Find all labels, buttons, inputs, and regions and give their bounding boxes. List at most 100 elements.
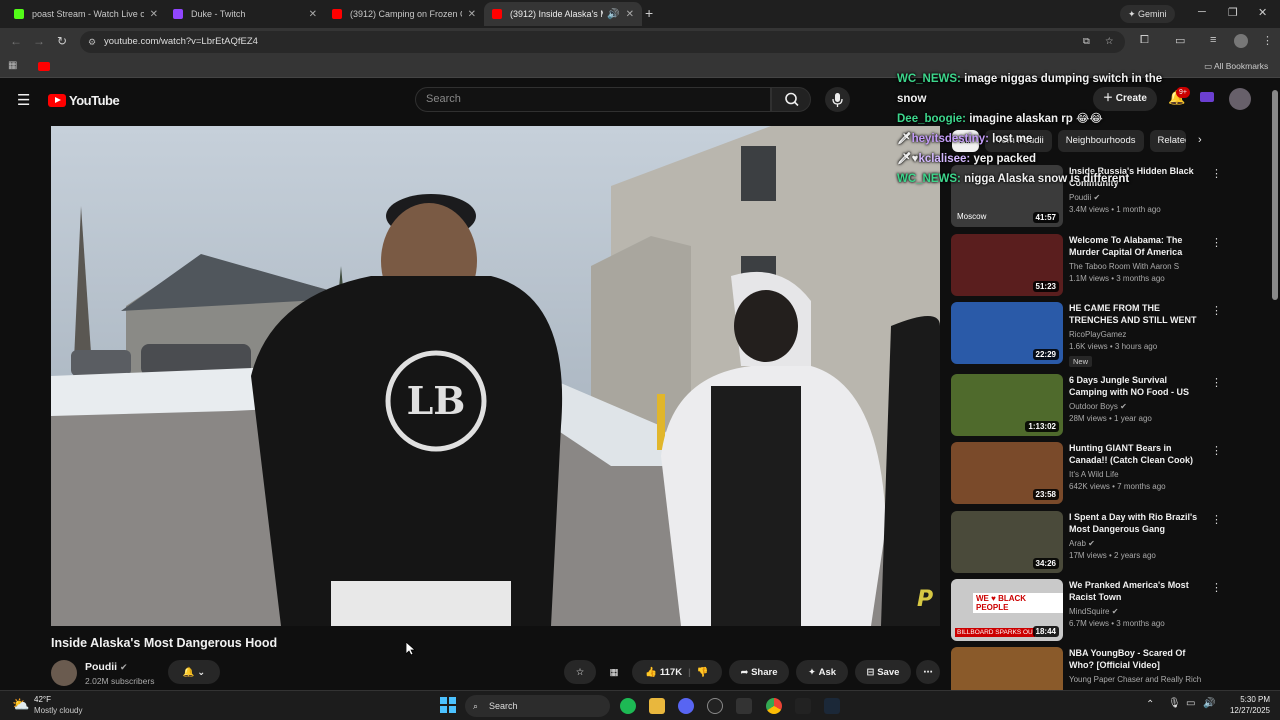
video-thumbnail[interactable]: 34:26	[951, 511, 1063, 573]
close-tab-icon[interactable]: ✕	[150, 9, 158, 20]
extensions-icon[interactable]: ⧠	[1140, 34, 1149, 47]
apps-grid-icon[interactable]: ▦	[8, 60, 17, 71]
video-thumbnail[interactable]: 23:58	[951, 442, 1063, 504]
channel-name[interactable]: RicoPlayGamez	[1069, 330, 1126, 339]
sidepanel-icon[interactable]: ▭	[1175, 34, 1185, 47]
channel-name[interactable]: Outdoor Boys ✔	[1069, 402, 1127, 411]
channel-name[interactable]: The Taboo Room With Aaron S	[1069, 262, 1179, 271]
search-input[interactable]: Search	[415, 87, 771, 112]
recommendation-item[interactable]: WE ♥ BLACK PEOPLE BILLBOARD SPARKS OU 18…	[951, 579, 1222, 641]
video-title[interactable]: Welcome To Alabama: The Murder Capital O…	[1069, 234, 1204, 260]
close-tab-icon[interactable]: ✕	[309, 9, 317, 20]
tab-youtube-camping[interactable]: (3912) Camping on Frozen Oce ✕	[324, 2, 484, 26]
more-vertical-icon[interactable]: ⋮	[1211, 581, 1222, 594]
windows-start-icon[interactable]	[440, 697, 456, 713]
maximize-button[interactable]: ❐	[1228, 6, 1238, 19]
recommendation-item[interactable]: 34:26 I Spent a Day with Rio Brazil's Mo…	[951, 511, 1222, 573]
site-info-icon[interactable]: ⚙	[88, 31, 96, 53]
address-bar[interactable]: ⚙ youtube.com/watch?v=LbrEtAQfEZ4 ⧉ ☆	[80, 31, 1125, 53]
spotify-icon[interactable]	[620, 698, 636, 714]
tab-kick[interactable]: poast Stream - Watch Live on K ✕	[6, 2, 166, 26]
tab-youtube-alaska[interactable]: (3912) Inside Alaska's Most 🔊 ✕	[484, 2, 642, 26]
clock-time[interactable]: 5:30 PM	[1225, 695, 1270, 704]
recommendation-item[interactable]: 22:29 HE CAME FROM THE TRENCHES AND STIL…	[951, 302, 1222, 367]
more-menu-icon[interactable]: ⋮	[1262, 34, 1273, 47]
tab-twitch[interactable]: Duke - Twitch ✕	[165, 2, 325, 26]
more-actions-button[interactable]: ⋯	[916, 660, 940, 684]
epic-games-icon[interactable]	[736, 698, 752, 714]
media-icon[interactable]: ≡	[1210, 34, 1216, 46]
channel-name[interactable]: MindSquire ✔	[1069, 607, 1118, 616]
all-bookmarks-link[interactable]: ▭ All Bookmarks	[1204, 61, 1268, 72]
share-button[interactable]: ➦ Share	[729, 660, 789, 684]
more-vertical-icon[interactable]: ⋮	[1211, 304, 1222, 317]
channel-name[interactable]: Poudii ✔	[1069, 193, 1100, 202]
video-title[interactable]: I Spent a Day with Rio Brazil's Most Dan…	[1069, 511, 1204, 535]
speaker-icon[interactable]: 🔊	[607, 9, 619, 20]
weather-desc[interactable]: Mostly cloudy	[34, 706, 82, 715]
weather-temp[interactable]: 42°F	[34, 695, 51, 704]
gemini-button[interactable]: ✦ Gemini	[1120, 5, 1175, 23]
close-window-button[interactable]: ✕	[1258, 6, 1267, 19]
video-player[interactable]: LB P	[51, 126, 940, 626]
channel-name[interactable]: It's A Wild Life	[1069, 470, 1119, 479]
profile-avatar[interactable]	[1234, 34, 1248, 48]
minimize-button[interactable]: ─	[1198, 6, 1206, 18]
grid-button[interactable]: ▦	[601, 660, 627, 684]
install-icon[interactable]: ⧉	[1083, 31, 1090, 53]
video-thumbnail[interactable]	[951, 647, 1063, 690]
star-button[interactable]: ☆	[564, 660, 596, 684]
more-vertical-icon[interactable]: ⋮	[1211, 513, 1222, 526]
more-vertical-icon[interactable]: ⋮	[1211, 236, 1222, 249]
taskbar-search[interactable]: ⌕ Search	[465, 695, 610, 717]
steam-icon[interactable]	[824, 698, 840, 714]
page-scrollbar[interactable]	[1272, 90, 1278, 300]
channel-name[interactable]: Young Paper Chaser and Really Rich Rec..…	[1069, 675, 1201, 684]
channel-name[interactable]: Poudii ✔	[85, 661, 128, 673]
youtube-logo[interactable]: YouTube	[48, 93, 120, 108]
hamburger-menu-icon[interactable]: ☰	[17, 91, 30, 109]
reload-icon[interactable]: ↻	[57, 34, 67, 48]
more-vertical-icon[interactable]: ⋮	[1211, 167, 1222, 180]
video-title[interactable]: Hunting GIANT Bears in Canada!! (Catch C…	[1069, 442, 1204, 466]
voice-search-button[interactable]	[825, 87, 850, 112]
back-icon[interactable]: ←	[10, 34, 22, 48]
video-thumbnail[interactable]: 1:13:02	[951, 374, 1063, 436]
file-explorer-icon[interactable]	[649, 698, 665, 714]
ask-button[interactable]: ✦ Ask	[796, 660, 848, 684]
close-tab-icon[interactable]: ✕	[468, 9, 476, 20]
mic-tray-icon[interactable]: 🎙	[1168, 698, 1181, 709]
like-button[interactable]: 👍 117K	[645, 667, 682, 678]
obs-icon[interactable]	[707, 698, 723, 714]
thumbs-down-icon[interactable]: 👎	[697, 667, 709, 678]
search-button[interactable]	[771, 87, 811, 112]
video-title[interactable]: HE CAME FROM THE TRENCHES AND STILL WENT…	[1069, 302, 1204, 328]
video-title[interactable]: 6 Days Jungle Survival Camping with NO F…	[1069, 374, 1204, 400]
save-button[interactable]: ⊟ Save	[855, 660, 911, 684]
video-thumbnail[interactable]: WE ♥ BLACK PEOPLE BILLBOARD SPARKS OU 18…	[951, 579, 1063, 641]
youtube-bookmark-icon[interactable]	[38, 62, 50, 71]
chevron-right-icon[interactable]: ›	[1198, 134, 1202, 146]
forward-icon[interactable]: →	[33, 34, 45, 48]
notification-subscribe-button[interactable]: 🔔 ⌄	[168, 660, 220, 684]
channel-name[interactable]: Arab ✔	[1069, 539, 1095, 548]
video-thumbnail[interactable]: 51:23	[951, 234, 1063, 296]
clock-date[interactable]: 12/27/2025	[1220, 706, 1270, 715]
account-avatar[interactable]	[1229, 88, 1251, 110]
app-g-icon[interactable]	[795, 698, 811, 714]
new-tab-button[interactable]: +	[645, 5, 653, 21]
chevron-up-icon[interactable]: ⌃	[1146, 699, 1154, 710]
close-tab-icon[interactable]: ✕	[626, 9, 634, 20]
video-title[interactable]: We Pranked America's Most Racist Town	[1069, 579, 1204, 603]
more-vertical-icon[interactable]: ⋮	[1211, 444, 1222, 457]
video-title[interactable]: NBA YoungBoy - Scared Of Who? [Official …	[1069, 647, 1201, 671]
discord-icon[interactable]	[678, 698, 694, 714]
recommendation-item[interactable]: 51:23 Welcome To Alabama: The Murder Cap…	[951, 234, 1222, 296]
recommendation-item[interactable]: 1:13:02 6 Days Jungle Survival Camping w…	[951, 374, 1222, 436]
more-vertical-icon[interactable]: ⋮	[1211, 376, 1222, 389]
chrome-icon[interactable]	[766, 698, 782, 714]
recommendation-item[interactable]: NBA YoungBoy - Scared Of Who? [Official …	[951, 647, 1201, 690]
network-icon[interactable]: ▭	[1186, 698, 1195, 709]
volume-icon[interactable]: 🔊	[1203, 698, 1215, 709]
video-thumbnail[interactable]: 22:29	[951, 302, 1063, 364]
